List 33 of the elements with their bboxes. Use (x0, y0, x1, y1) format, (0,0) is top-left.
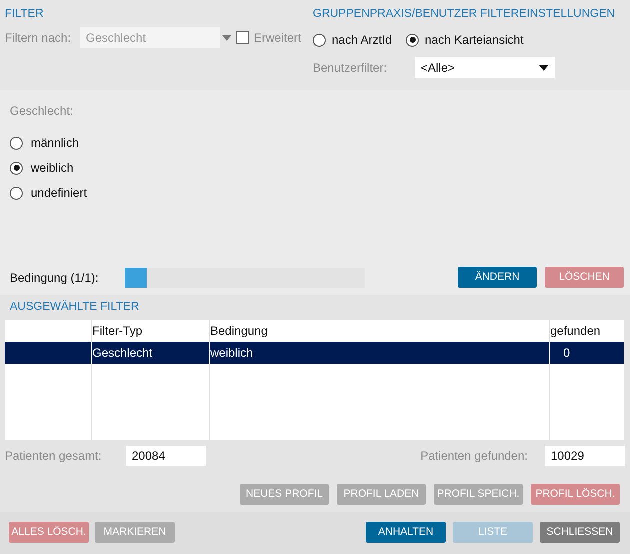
field-label: Benutzerfilter: (313, 60, 388, 77)
section-heading: AUSGEWÄHLTE FILTER (10, 299, 140, 315)
field-label: Filtern nach: (5, 30, 72, 47)
table-cell: weiblich (210, 346, 254, 360)
radio-button[interactable] (10, 136, 23, 150)
dropdown-arrow-icon (539, 64, 549, 71)
radio-label[interactable]: weiblich (31, 159, 74, 177)
field-label: Patienten gesamt: (5, 448, 103, 466)
number-field[interactable]: 10029 (545, 446, 625, 466)
column-header: Filter-Typ (92, 324, 143, 338)
radio-button[interactable] (10, 186, 23, 200)
column-header: gefunden (550, 324, 601, 338)
column-header: Bedingung (210, 324, 268, 338)
dropdown-arrow-icon[interactable] (222, 34, 232, 41)
radio-label[interactable]: undefiniert (31, 184, 88, 202)
progress-label: Bedingung (1/1): (10, 270, 100, 286)
action-button[interactable]: SCHLIESSEN (540, 522, 620, 543)
section-heading: FILTER (5, 7, 45, 22)
action-button[interactable]: ÄNDERN (458, 267, 537, 288)
action-button[interactable]: ANHALTEN (366, 522, 446, 543)
number-field[interactable]: 20084 (126, 446, 206, 466)
user-filter-dropdown[interactable]: <Alle> (415, 57, 555, 78)
radio-label[interactable]: nach Karteiansicht (425, 31, 524, 50)
radio-button[interactable] (313, 34, 326, 47)
table-cell: Geschlecht (92, 346, 153, 360)
radio-button[interactable] (10, 162, 23, 174)
radio-label[interactable]: nach ArztId (332, 31, 392, 50)
field-label: Geschlecht: (10, 103, 74, 120)
table-cell: 0 (564, 346, 570, 360)
radio-button[interactable] (406, 34, 420, 47)
section-heading: GRUPPENPRAXIS/BENUTZER FILTEREINSTELLUNGEN (313, 7, 616, 22)
radio-label[interactable]: männlich (31, 134, 80, 152)
field-label: Patienten gefunden: (420, 448, 528, 466)
